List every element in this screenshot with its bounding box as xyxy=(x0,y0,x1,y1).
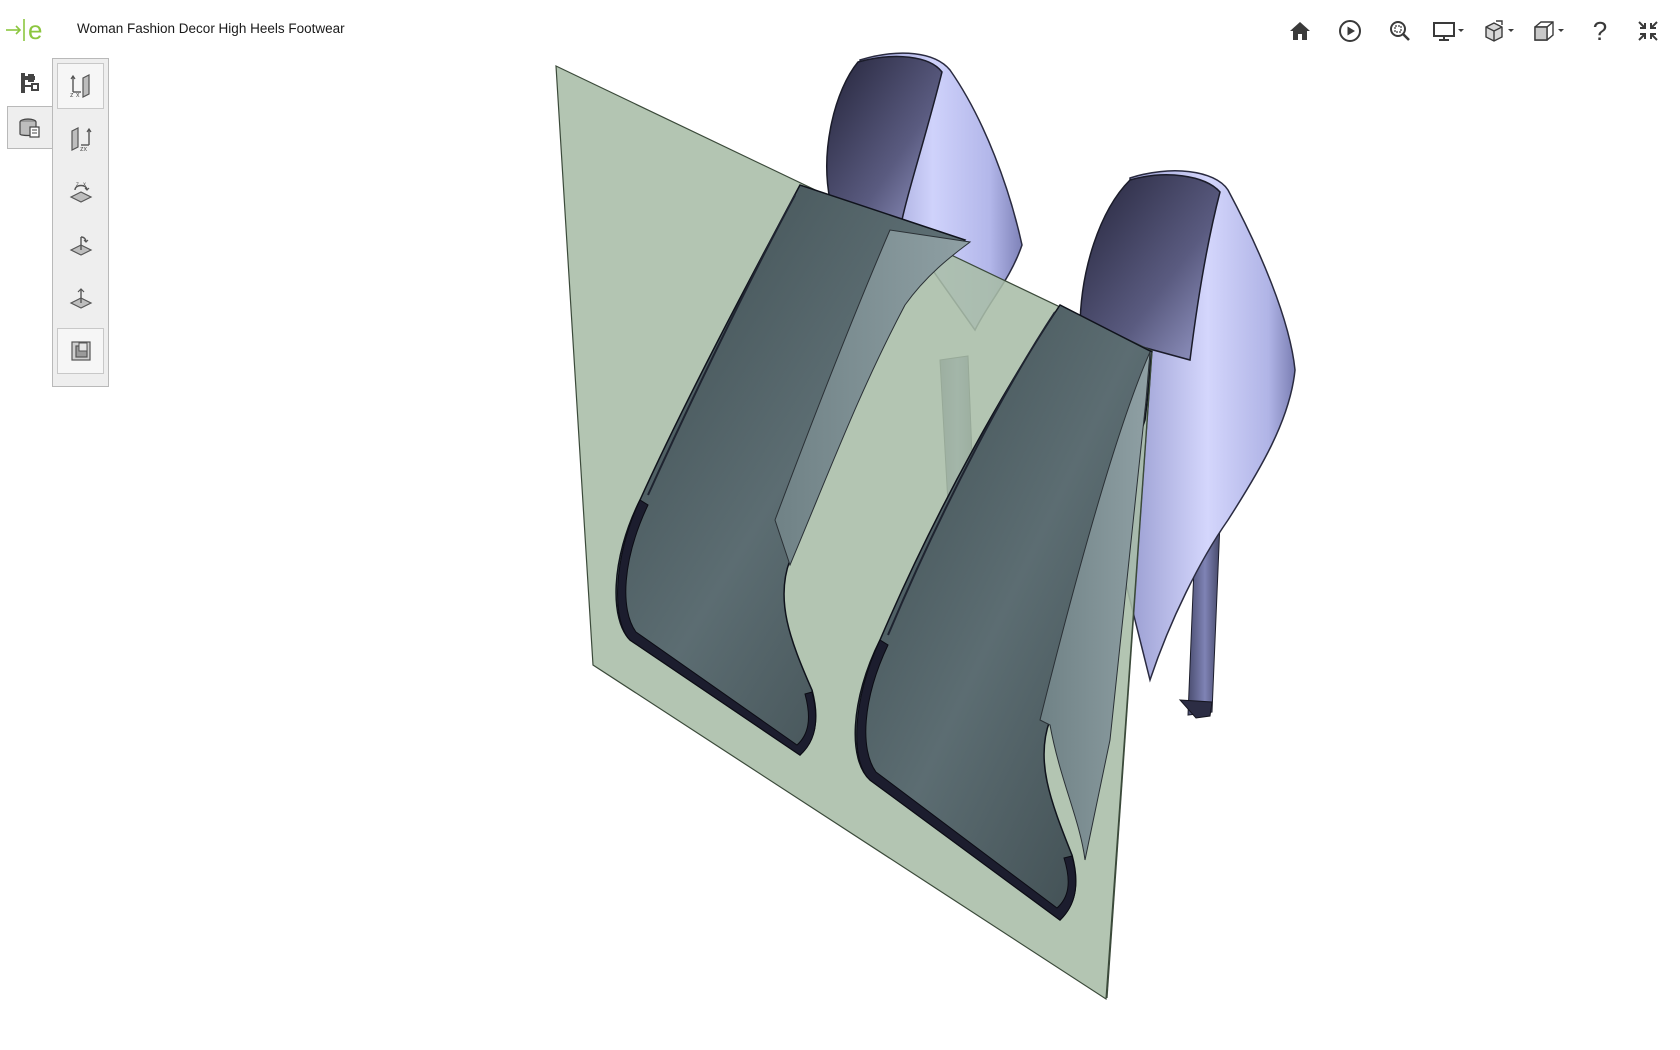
isometric-view-icon xyxy=(70,341,91,361)
model-tree-icon xyxy=(20,72,39,93)
views-panel: x z zx z x xyxy=(52,58,109,387)
help-button[interactable]: ? xyxy=(1580,14,1620,48)
tab-model-tree[interactable] xyxy=(7,61,52,104)
left-view-button[interactable] xyxy=(57,222,104,268)
back-view-icon: zx xyxy=(70,127,91,153)
cad-viewer-app: e Woman Fashion Decor High Heels Footwea… xyxy=(0,0,1680,1050)
views-icon xyxy=(19,117,40,138)
isometric-view-button[interactable] xyxy=(57,328,104,374)
svg-text:x: x xyxy=(83,182,86,188)
logo-letter: e xyxy=(28,15,42,44)
fullscreen-exit-icon xyxy=(1638,21,1658,41)
home-button[interactable] xyxy=(1280,14,1320,48)
app-logo[interactable]: e xyxy=(4,14,50,45)
chevron-down-icon xyxy=(1558,29,1564,32)
top-view-icon: z x xyxy=(69,182,92,203)
help-icon: ? xyxy=(1592,15,1608,46)
svg-text:z: z xyxy=(70,92,74,99)
zoom-fit-icon xyxy=(1390,21,1410,41)
bottom-view-button[interactable] xyxy=(57,275,104,321)
back-view-button[interactable]: zx xyxy=(57,116,104,162)
front-view-icon: x z xyxy=(70,74,90,99)
standard-views-button[interactable] xyxy=(1530,14,1570,48)
top-view-button[interactable]: z x xyxy=(57,169,104,215)
explode-button[interactable] xyxy=(1480,14,1520,48)
fullscreen-exit-button[interactable] xyxy=(1628,14,1668,48)
arrow-e-logo-icon: e xyxy=(6,15,42,45)
panel-tabs xyxy=(7,61,53,151)
document-title: Woman Fashion Decor High Heels Footwear xyxy=(77,21,345,36)
tab-views[interactable] xyxy=(7,106,52,149)
chevron-down-icon xyxy=(1458,29,1464,32)
display-mode-button[interactable] xyxy=(1430,14,1470,48)
explode-icon xyxy=(1485,20,1514,42)
play-button[interactable] xyxy=(1330,14,1370,48)
home-icon xyxy=(1290,22,1310,40)
chevron-down-icon xyxy=(1508,29,1514,32)
play-icon xyxy=(1339,20,1361,42)
svg-text:z: z xyxy=(76,182,79,188)
zoom-fit-button[interactable] xyxy=(1380,14,1420,48)
svg-text:x: x xyxy=(76,92,80,99)
display-mode-icon xyxy=(1433,22,1464,41)
left-view-icon xyxy=(69,236,92,256)
model-viewport[interactable] xyxy=(0,0,1680,1050)
standard-views-icon xyxy=(1534,21,1564,41)
front-view-button[interactable]: x z xyxy=(57,63,104,109)
svg-text:zx: zx xyxy=(80,146,88,153)
bottom-view-icon xyxy=(69,288,92,309)
top-toolbar: ? xyxy=(1280,14,1680,48)
